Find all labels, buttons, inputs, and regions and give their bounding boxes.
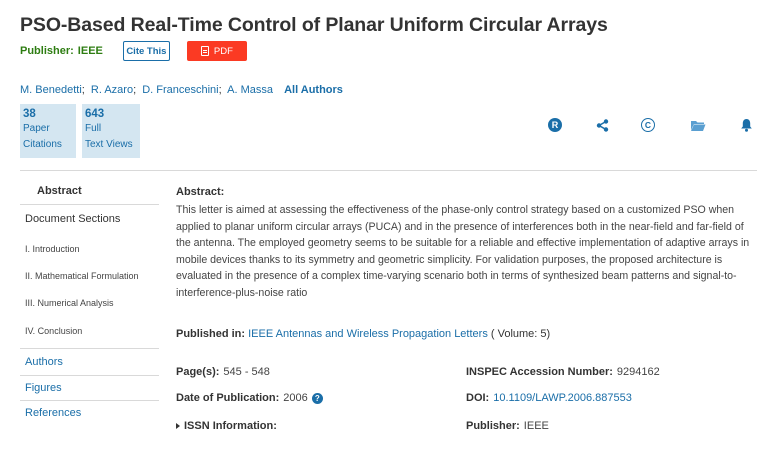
folder-icon[interactable] xyxy=(690,117,706,133)
publisher-field: Publisher: IEEE xyxy=(466,420,549,432)
date-value: 2006 xyxy=(283,392,308,404)
author-link[interactable]: A. Massa xyxy=(227,84,273,96)
rights-permissions-icon[interactable]: R xyxy=(547,117,563,133)
author-separator: ; xyxy=(218,84,222,96)
pages-value: 545 - 548 xyxy=(223,366,270,378)
document-sections-heading: Document Sections xyxy=(25,213,121,225)
help-icon[interactable]: ? xyxy=(311,392,323,404)
issn-label: ISSN Information: xyxy=(184,420,277,432)
publisher-name[interactable]: IEEE xyxy=(78,45,103,57)
journal-link[interactable]: IEEE Antennas and Wireless Propagation L… xyxy=(248,328,488,340)
publisher-label: Publisher: xyxy=(20,45,74,57)
pdf-button[interactable]: PDF xyxy=(186,41,247,61)
sidebar-link-figures[interactable]: Figures xyxy=(25,382,62,394)
published-in: Published in: IEEE Antennas and Wireless… xyxy=(176,328,550,340)
author-separator: ; xyxy=(133,84,137,96)
abstract-heading: Abstract: xyxy=(176,186,225,198)
section-link-conclusion[interactable]: IV. Conclusion xyxy=(25,326,82,336)
share-icon[interactable] xyxy=(594,117,610,133)
divider xyxy=(20,170,757,171)
date-of-publication-field: Date of Publication: 2006 ? xyxy=(176,392,323,404)
page-title: PSO-Based Real-Time Control of Planar Un… xyxy=(20,14,608,36)
pages-field: Page(s): 545 - 548 xyxy=(176,366,270,378)
section-link-introduction[interactable]: I. Introduction xyxy=(25,244,80,254)
metric-label: Text Views xyxy=(85,139,133,150)
author-link[interactable]: R. Azaro xyxy=(91,84,133,96)
sidebar-link-references[interactable]: References xyxy=(25,407,81,419)
all-authors-link[interactable]: All Authors xyxy=(284,84,343,96)
sidebar-link-authors[interactable]: Authors xyxy=(25,356,63,368)
copyright-icon[interactable]: C xyxy=(640,117,656,133)
doi-field: DOI: 10.1109/LAWP.2006.887553 xyxy=(466,392,632,404)
section-link-numerical-analysis[interactable]: III. Numerical Analysis xyxy=(25,298,114,308)
volume-text: ( Volume: 5) xyxy=(490,328,551,340)
author-link[interactable]: M. Benedetti xyxy=(20,84,82,96)
pages-label: Page(s): xyxy=(176,366,220,378)
inspec-value: 9294162 xyxy=(616,366,660,378)
abstract-section: Abstract: This letter is aimed at assess… xyxy=(176,186,758,340)
divider xyxy=(20,348,159,349)
publisher-field-label: Publisher: xyxy=(466,420,520,432)
bell-icon[interactable] xyxy=(738,117,754,133)
published-in-label: Published in: xyxy=(176,328,246,340)
doi-label: DOI: xyxy=(466,392,490,404)
pdf-button-label: PDF xyxy=(213,45,233,57)
inspec-field: INSPEC Accession Number: 9294162 xyxy=(466,366,660,378)
author-link[interactable]: D. Franceschini xyxy=(142,84,218,96)
date-label: Date of Publication: xyxy=(176,392,280,404)
issn-information-toggle[interactable]: ISSN Information: xyxy=(176,420,281,432)
divider xyxy=(20,375,159,376)
publisher-row: Publisher: IEEE Cite This PDF xyxy=(20,41,247,61)
divider xyxy=(20,400,159,401)
action-icon-bar: R C xyxy=(0,117,768,133)
publisher-field-value: IEEE xyxy=(523,420,549,432)
section-link-mathematical-formulation[interactable]: II. Mathematical Formulation xyxy=(25,271,139,281)
sidebar-abstract[interactable]: Abstract xyxy=(20,178,159,205)
abstract-text: This letter is aimed at assessing the ef… xyxy=(176,204,750,299)
caret-right-icon xyxy=(176,423,180,429)
doi-link[interactable]: 10.1109/LAWP.2006.887553 xyxy=(493,392,632,404)
author-list: M. Benedetti; R. Azaro; D. Franceschini;… xyxy=(20,84,343,96)
inspec-label: INSPEC Accession Number: xyxy=(466,366,613,378)
pdf-icon xyxy=(200,46,209,56)
cite-this-button[interactable]: Cite This xyxy=(122,41,170,61)
author-separator: ; xyxy=(81,84,85,96)
metric-label: Citations xyxy=(23,139,62,150)
